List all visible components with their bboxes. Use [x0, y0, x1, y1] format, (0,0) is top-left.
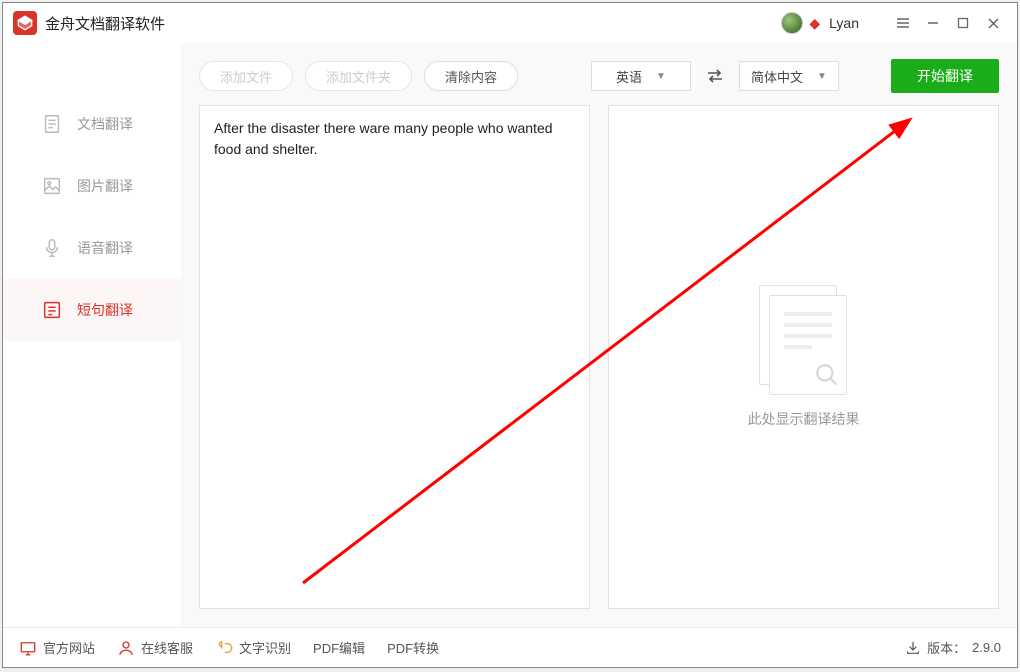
sidebar-item-document[interactable]: 文档翻译: [3, 93, 181, 155]
close-button[interactable]: [979, 9, 1007, 37]
add-file-button[interactable]: 添加文件: [199, 61, 293, 91]
chevron-down-icon: ▼: [656, 71, 666, 82]
titlebar: 金舟文档翻译软件 ◆ Lyan: [3, 3, 1017, 43]
sidebar-item-voice[interactable]: 语音翻译: [3, 217, 181, 279]
source-language-select[interactable]: 英语 ▼: [591, 61, 691, 91]
app-window: 金舟文档翻译软件 ◆ Lyan 文档翻: [2, 2, 1018, 668]
app-title: 金舟文档翻译软件: [45, 13, 165, 34]
footer-ocr[interactable]: 文字识别: [215, 638, 291, 657]
chevron-down-icon: ▼: [817, 71, 827, 82]
username: Lyan: [829, 15, 859, 31]
sidebar-item-label: 文档翻译: [77, 114, 133, 134]
footer-support[interactable]: 在线客服: [117, 638, 193, 657]
document-placeholder-icon: [759, 285, 849, 395]
app-logo-icon: [13, 11, 37, 35]
target-language-label: 简体中文: [751, 67, 803, 86]
sidebar-item-label: 语音翻译: [77, 238, 133, 258]
output-placeholder-text: 此处显示翻译结果: [748, 409, 860, 430]
footer: 官方网站 在线客服 文字识别 PDF编辑 PDF转换 版本： 2.9.0: [3, 627, 1017, 667]
maximize-button[interactable]: [949, 9, 977, 37]
gem-icon: ◆: [809, 15, 820, 32]
user-area[interactable]: ◆ Lyan: [781, 12, 859, 34]
source-language-label: 英语: [616, 67, 642, 86]
footer-pdf-edit[interactable]: PDF编辑: [313, 638, 365, 657]
footer-pdf-convert[interactable]: PDF转换: [387, 638, 439, 657]
sidebar-item-label: 短句翻译: [77, 300, 133, 320]
sidebar-item-image[interactable]: 图片翻译: [3, 155, 181, 217]
input-pane[interactable]: After the disaster there ware many peopl…: [199, 105, 590, 609]
body: 文档翻译 图片翻译 语音翻译 短句翻译 添加文件 添加文件夹 清除内容: [3, 43, 1017, 627]
sidebar-item-sentence[interactable]: 短句翻译: [3, 279, 181, 341]
minimize-button[interactable]: [919, 9, 947, 37]
output-pane: 此处显示翻译结果: [608, 105, 999, 609]
download-icon: [905, 640, 921, 656]
target-language-select[interactable]: 简体中文 ▼: [739, 61, 839, 91]
swap-languages-button[interactable]: [703, 69, 727, 83]
window-controls: [889, 9, 1007, 37]
panes: After the disaster there ware many peopl…: [199, 105, 999, 609]
sidebar: 文档翻译 图片翻译 语音翻译 短句翻译: [3, 43, 181, 627]
toolbar: 添加文件 添加文件夹 清除内容 英语 ▼ 简体中文 ▼ 开始翻译: [199, 59, 999, 93]
add-folder-button[interactable]: 添加文件夹: [305, 61, 412, 91]
start-translate-button[interactable]: 开始翻译: [891, 59, 999, 93]
sidebar-item-label: 图片翻译: [77, 176, 133, 196]
version-info[interactable]: 版本： 2.9.0: [905, 638, 1001, 657]
main-content: 添加文件 添加文件夹 清除内容 英语 ▼ 简体中文 ▼ 开始翻译 After: [181, 43, 1017, 627]
footer-official-site[interactable]: 官方网站: [19, 638, 95, 657]
avatar: [781, 12, 803, 34]
clear-button[interactable]: 清除内容: [424, 61, 518, 91]
menu-button[interactable]: [889, 9, 917, 37]
